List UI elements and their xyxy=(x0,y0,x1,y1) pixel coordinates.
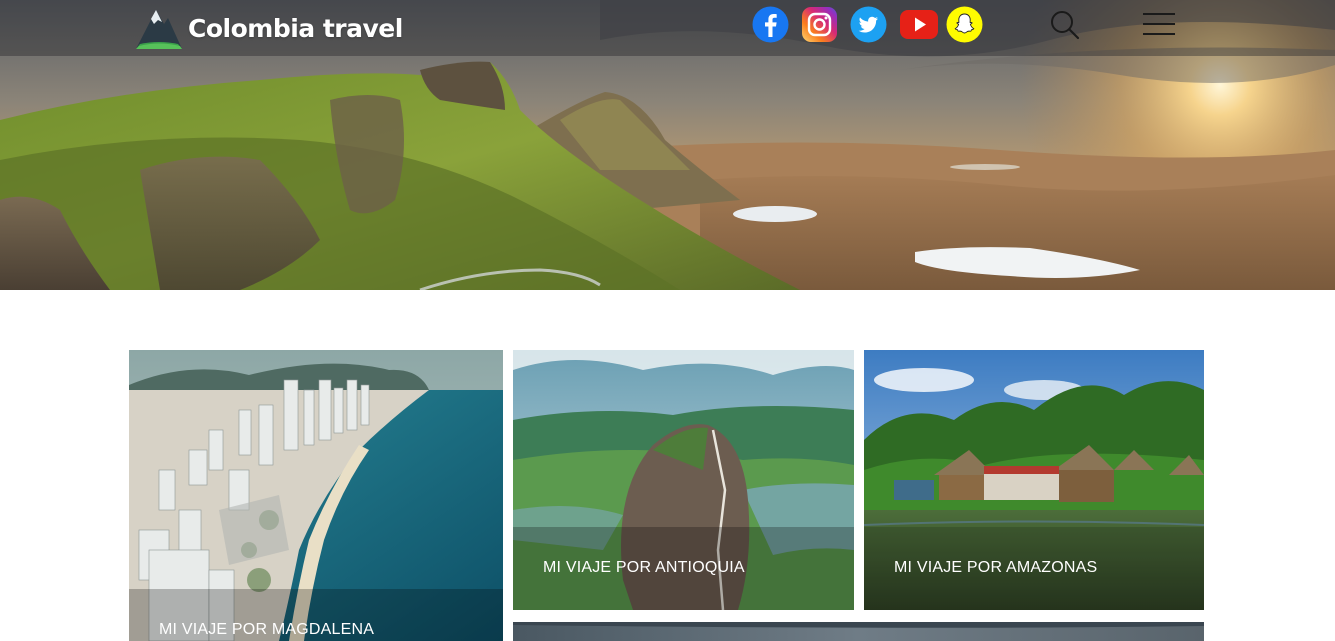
snapchat-icon xyxy=(946,6,983,43)
card-antioquia[interactable]: MI VIAJE POR ANTIOQUIA xyxy=(513,350,854,610)
snapchat-link[interactable] xyxy=(946,6,983,43)
youtube-link[interactable] xyxy=(899,6,938,43)
search-icon xyxy=(1051,11,1080,40)
social-links xyxy=(752,6,995,43)
twitter-icon xyxy=(850,6,887,43)
search-button[interactable] xyxy=(1048,8,1082,42)
instagram-link[interactable] xyxy=(801,6,838,43)
facebook-link[interactable] xyxy=(752,6,789,43)
card-magdalena[interactable]: MI VIAJE POR MAGDALENA xyxy=(129,350,503,641)
twitter-link[interactable] xyxy=(850,6,887,43)
menu-button[interactable] xyxy=(1143,12,1175,36)
card-fourth[interactable] xyxy=(513,622,1204,641)
fourth-card-photo xyxy=(513,622,1204,641)
youtube-icon xyxy=(900,10,938,39)
mountain-logo-icon xyxy=(136,10,182,49)
page: Colombia travel MI VIAJE POR MAGDALENA M… xyxy=(0,0,1335,641)
top-navbar: Colombia travel xyxy=(0,0,1335,56)
card-caption: MI VIAJE POR MAGDALENA xyxy=(129,589,503,641)
instagram-icon xyxy=(802,7,837,42)
hamburger-menu-icon xyxy=(1143,13,1175,35)
facebook-icon xyxy=(752,6,789,43)
card-amazonas[interactable]: MI VIAJE POR AMAZONAS xyxy=(864,350,1204,610)
card-caption: MI VIAJE POR ANTIOQUIA xyxy=(513,527,854,610)
brand-link[interactable]: Colombia travel xyxy=(134,4,403,52)
brand-title: Colombia travel xyxy=(188,13,403,43)
card-caption: MI VIAJE POR AMAZONAS xyxy=(864,527,1204,610)
